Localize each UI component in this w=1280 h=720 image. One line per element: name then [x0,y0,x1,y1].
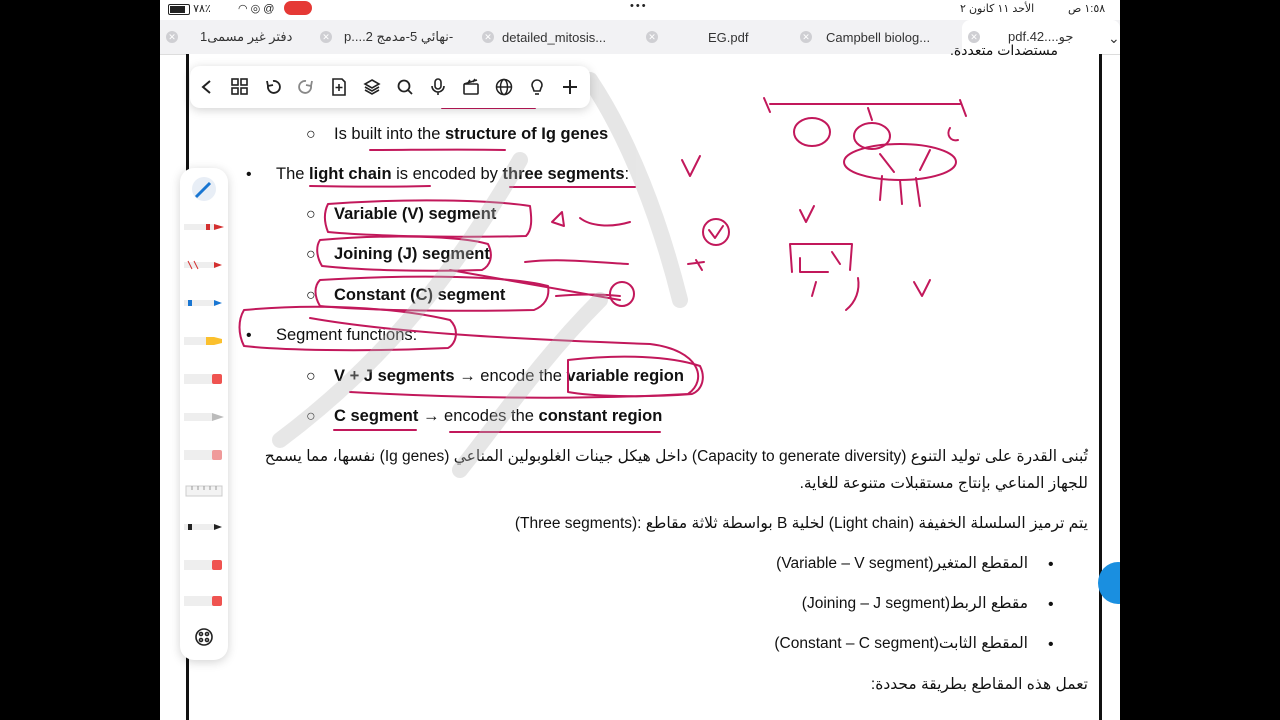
ink-box [799,251,841,273]
annotation-toolbar [190,66,590,108]
add-page-icon[interactable] [322,71,355,104]
clapper-icon[interactable] [454,71,487,104]
eraser-tool[interactable] [184,366,224,392]
ink-letter-v [913,279,931,297]
ink-diagram-node [793,117,831,147]
red-pen-tool[interactable] [184,214,224,240]
ink-circle [702,218,730,246]
gray-marker-tool-2[interactable] [184,588,224,614]
ink-circle [609,281,635,307]
ink-diagram-lines [879,175,921,207]
ink-connector [524,259,629,265]
grid-icon[interactable] [223,71,256,104]
pen-tool-panel [180,168,228,660]
ink-lines [811,277,860,311]
lightbulb-icon[interactable] [520,71,553,104]
redo-icon[interactable] [289,71,322,104]
pen-tool[interactable] [184,176,224,202]
ink-diagram-node [843,143,957,181]
pencil-tool[interactable] [184,404,224,430]
ink-underline [309,185,431,188]
yellow-highlighter-tool[interactable] [184,328,224,354]
layers-icon[interactable] [355,71,388,104]
undo-icon[interactable] [256,71,289,104]
notes-app: ٧٨٪ ◠ ◎ @ ••• الأحد ١١ كانون ٢ ١:٥٨ ص ✕ … [160,0,1120,720]
ruler-tool[interactable] [184,478,224,504]
plus-icon[interactable] [553,71,586,104]
ink-diagram-stem [947,127,959,142]
handwritten-annotations [238,72,967,478]
ink-letter-v [799,205,815,223]
ink-oval [567,355,704,398]
ink-diagram-lines [879,149,931,173]
ink-letter-j [687,259,705,271]
watermark-stroke [452,292,608,478]
black-pen-tool[interactable] [184,514,224,540]
watermark-stroke [582,72,688,308]
blue-pen-tool[interactable] [184,290,224,316]
globe-icon[interactable] [487,71,520,104]
microphone-icon[interactable] [421,71,454,104]
search-icon[interactable] [388,71,421,104]
red-marker-tool[interactable] [184,252,224,278]
gray-marker-tool[interactable] [184,552,224,578]
ink-diagram-bar [763,97,967,117]
ink-diagram-stem [867,107,873,121]
gray-pen-tool[interactable] [184,442,224,468]
palette-icon[interactable] [184,624,224,650]
ink-check [708,225,724,239]
ink-arrow [551,211,631,227]
back-icon[interactable] [190,71,223,104]
ink-letter-v [681,155,701,177]
